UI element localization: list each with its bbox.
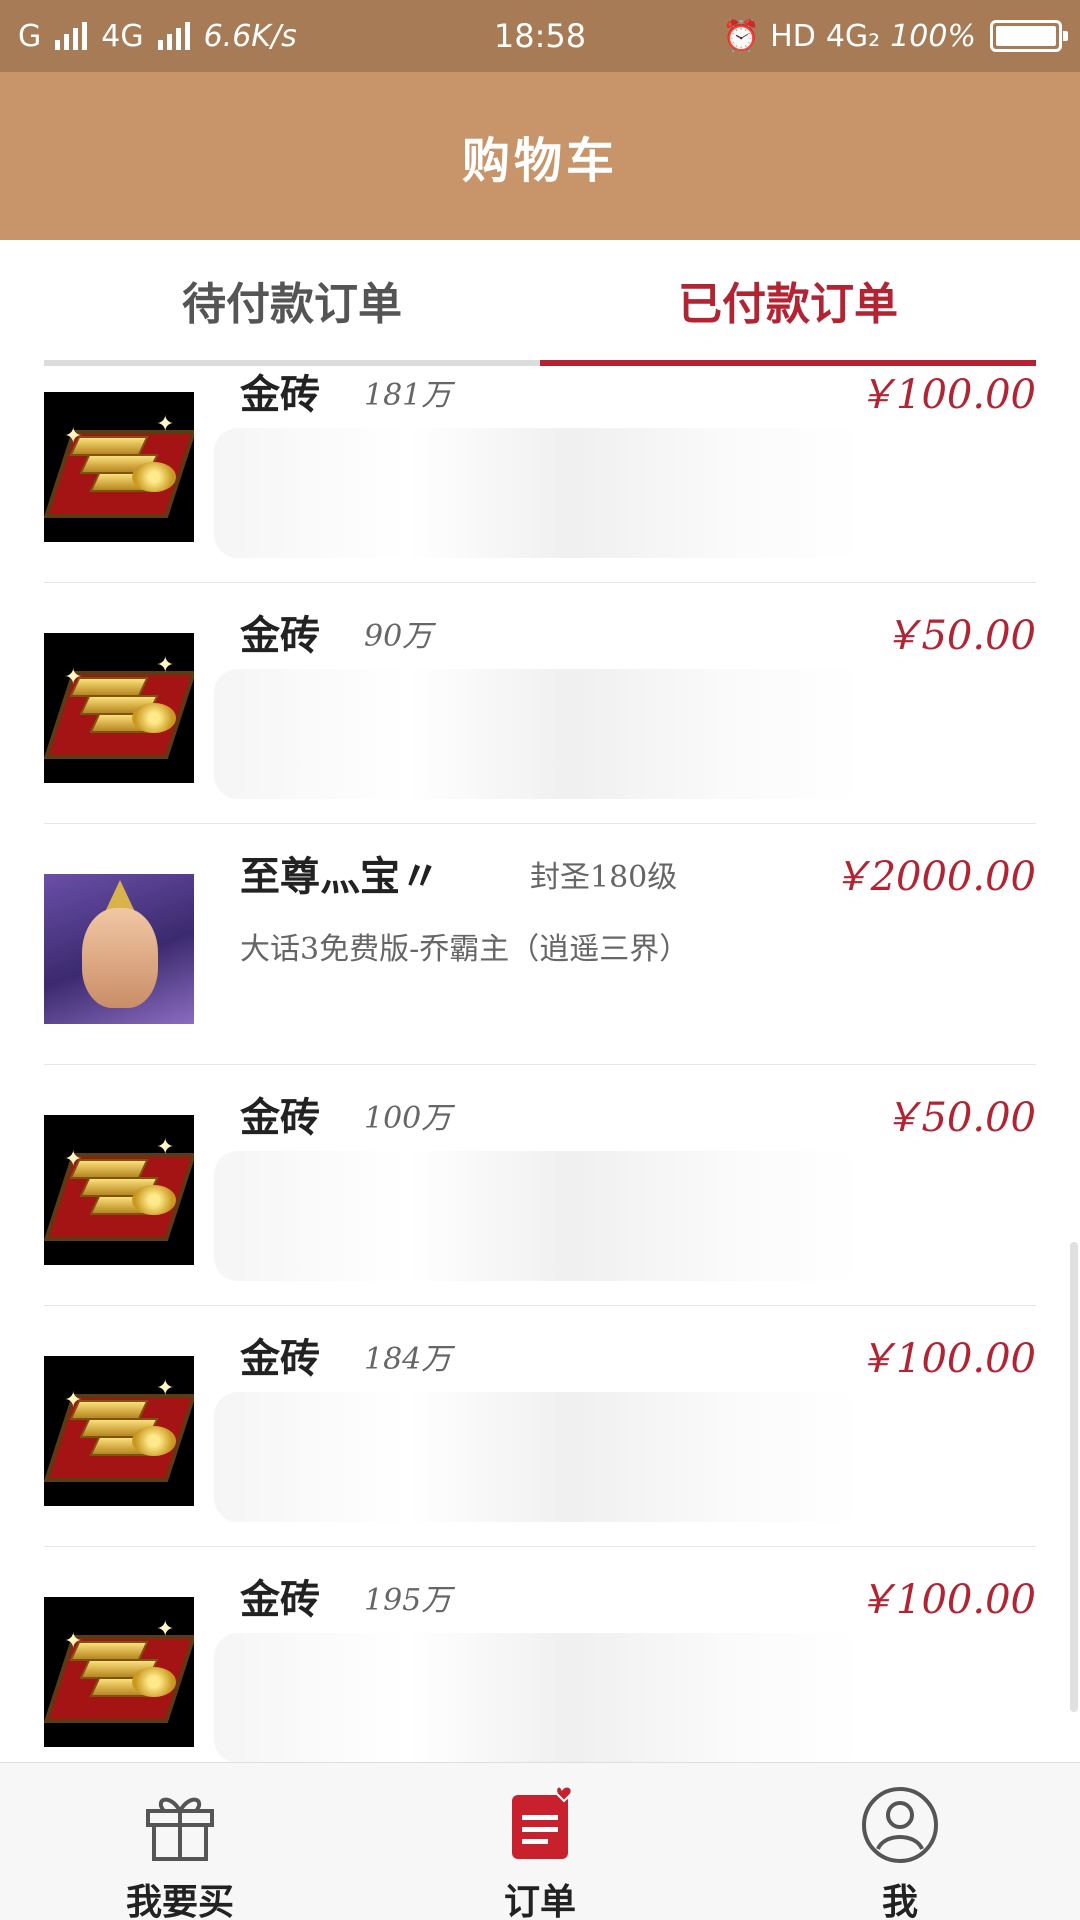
order-row[interactable]: ✦ ✦ 金砖 195万 ￥100.00 [44,1547,1036,1762]
item-amount: 90万 [364,619,433,654]
gold-bricks-icon: ✦ ✦ [44,1356,194,1506]
item-amount: 100万 [364,1101,452,1136]
gift-icon [146,1797,214,1861]
hero-avatar-icon [44,874,194,1024]
alarm-icon: ⏰ [722,18,761,54]
item-amount: 195万 [364,1583,452,1618]
gold-bricks-icon: ✦ ✦ [44,392,194,542]
network-label: 4G [101,18,144,54]
nav-orders-label: 订单 [503,1881,576,1920]
order-row[interactable]: ✦ ✦ 金砖 90万 ￥50.00 [44,583,1036,824]
network-speed: 6.6K/s [203,18,297,54]
item-amount: 181万 [364,378,452,413]
app-header: 购物车 [0,72,1080,240]
item-amount: 184万 [364,1342,452,1377]
tab-paid-orders[interactable]: 已付款订单 [540,240,1036,360]
user-icon [862,1787,938,1863]
redacted-area [214,1392,864,1522]
redacted-area [214,1633,864,1762]
battery-percent: 100% [890,18,976,54]
battery-icon [990,20,1068,52]
order-tabs: 待付款订单 已付款订单 [0,240,1080,366]
item-name: 至尊灬宝〃 [240,853,440,900]
order-row[interactable]: ✦ ✦ 金砖 181万 ￥100.00 [44,366,1036,583]
status-bar: G 4G 6.6K/s 18:58 ⏰ HD 4G₂ 100% [0,0,1080,72]
redacted-area [214,428,864,558]
order-row[interactable]: 至尊灬宝〃 封圣180级 大话3免费版-乔霸主（逍遥三界） ￥2000.00 [44,824,1036,1065]
order-list-icon [512,1785,573,1859]
bottom-nav: 我要买 订单 我 [0,1762,1080,1920]
item-server: 大话3免费版-乔霸主（逍遥三界） [240,932,690,967]
carrier-label: G [18,18,42,54]
item-price: ￥50.00 [881,613,1036,659]
item-name: 金砖 [240,371,320,418]
nav-orders[interactable]: 订单 [360,1763,720,1920]
gold-bricks-icon: ✦ ✦ [44,1115,194,1265]
item-name: 金砖 [240,612,320,659]
item-name: 金砖 [240,1094,320,1141]
nav-buy-label: 我要买 [125,1881,234,1920]
order-row[interactable]: ✦ ✦ 金砖 100万 ￥50.00 [44,1065,1036,1306]
order-list[interactable]: ✦ ✦ 金砖 181万 ￥100.00 ✦ ✦ 金砖 90万 ￥50.00 至尊灬宝… [0,366,1080,1762]
item-name: 金砖 [240,1576,320,1623]
item-price: ￥50.00 [881,1095,1036,1141]
order-row[interactable]: ✦ ✦ 金砖 184万 ￥100.00 [44,1306,1036,1547]
redacted-area [214,1151,864,1281]
gold-bricks-icon: ✦ ✦ [44,633,194,783]
item-level: 封圣180级 [530,860,678,895]
item-price: ￥100.00 [856,372,1036,418]
item-name: 金砖 [240,1335,320,1382]
gold-bricks-icon: ✦ ✦ [44,1597,194,1747]
tab-pending-orders[interactable]: 待付款订单 [44,240,540,360]
redacted-area [214,669,864,799]
page-title: 购物车 [461,133,618,189]
signal-icon [55,22,88,50]
nav-me-label: 我 [881,1881,918,1920]
item-price: ￥2000.00 [830,854,1036,900]
nav-buy[interactable]: 我要买 [0,1763,360,1920]
nav-me[interactable]: 我 [720,1763,1080,1920]
network-right-label: 4G₂ [825,18,881,54]
signal-icon-2 [157,22,190,50]
hd-label: HD [770,18,816,54]
item-price: ￥100.00 [856,1336,1036,1382]
item-price: ￥100.00 [856,1577,1036,1623]
scrollbar[interactable] [1070,1242,1078,1712]
